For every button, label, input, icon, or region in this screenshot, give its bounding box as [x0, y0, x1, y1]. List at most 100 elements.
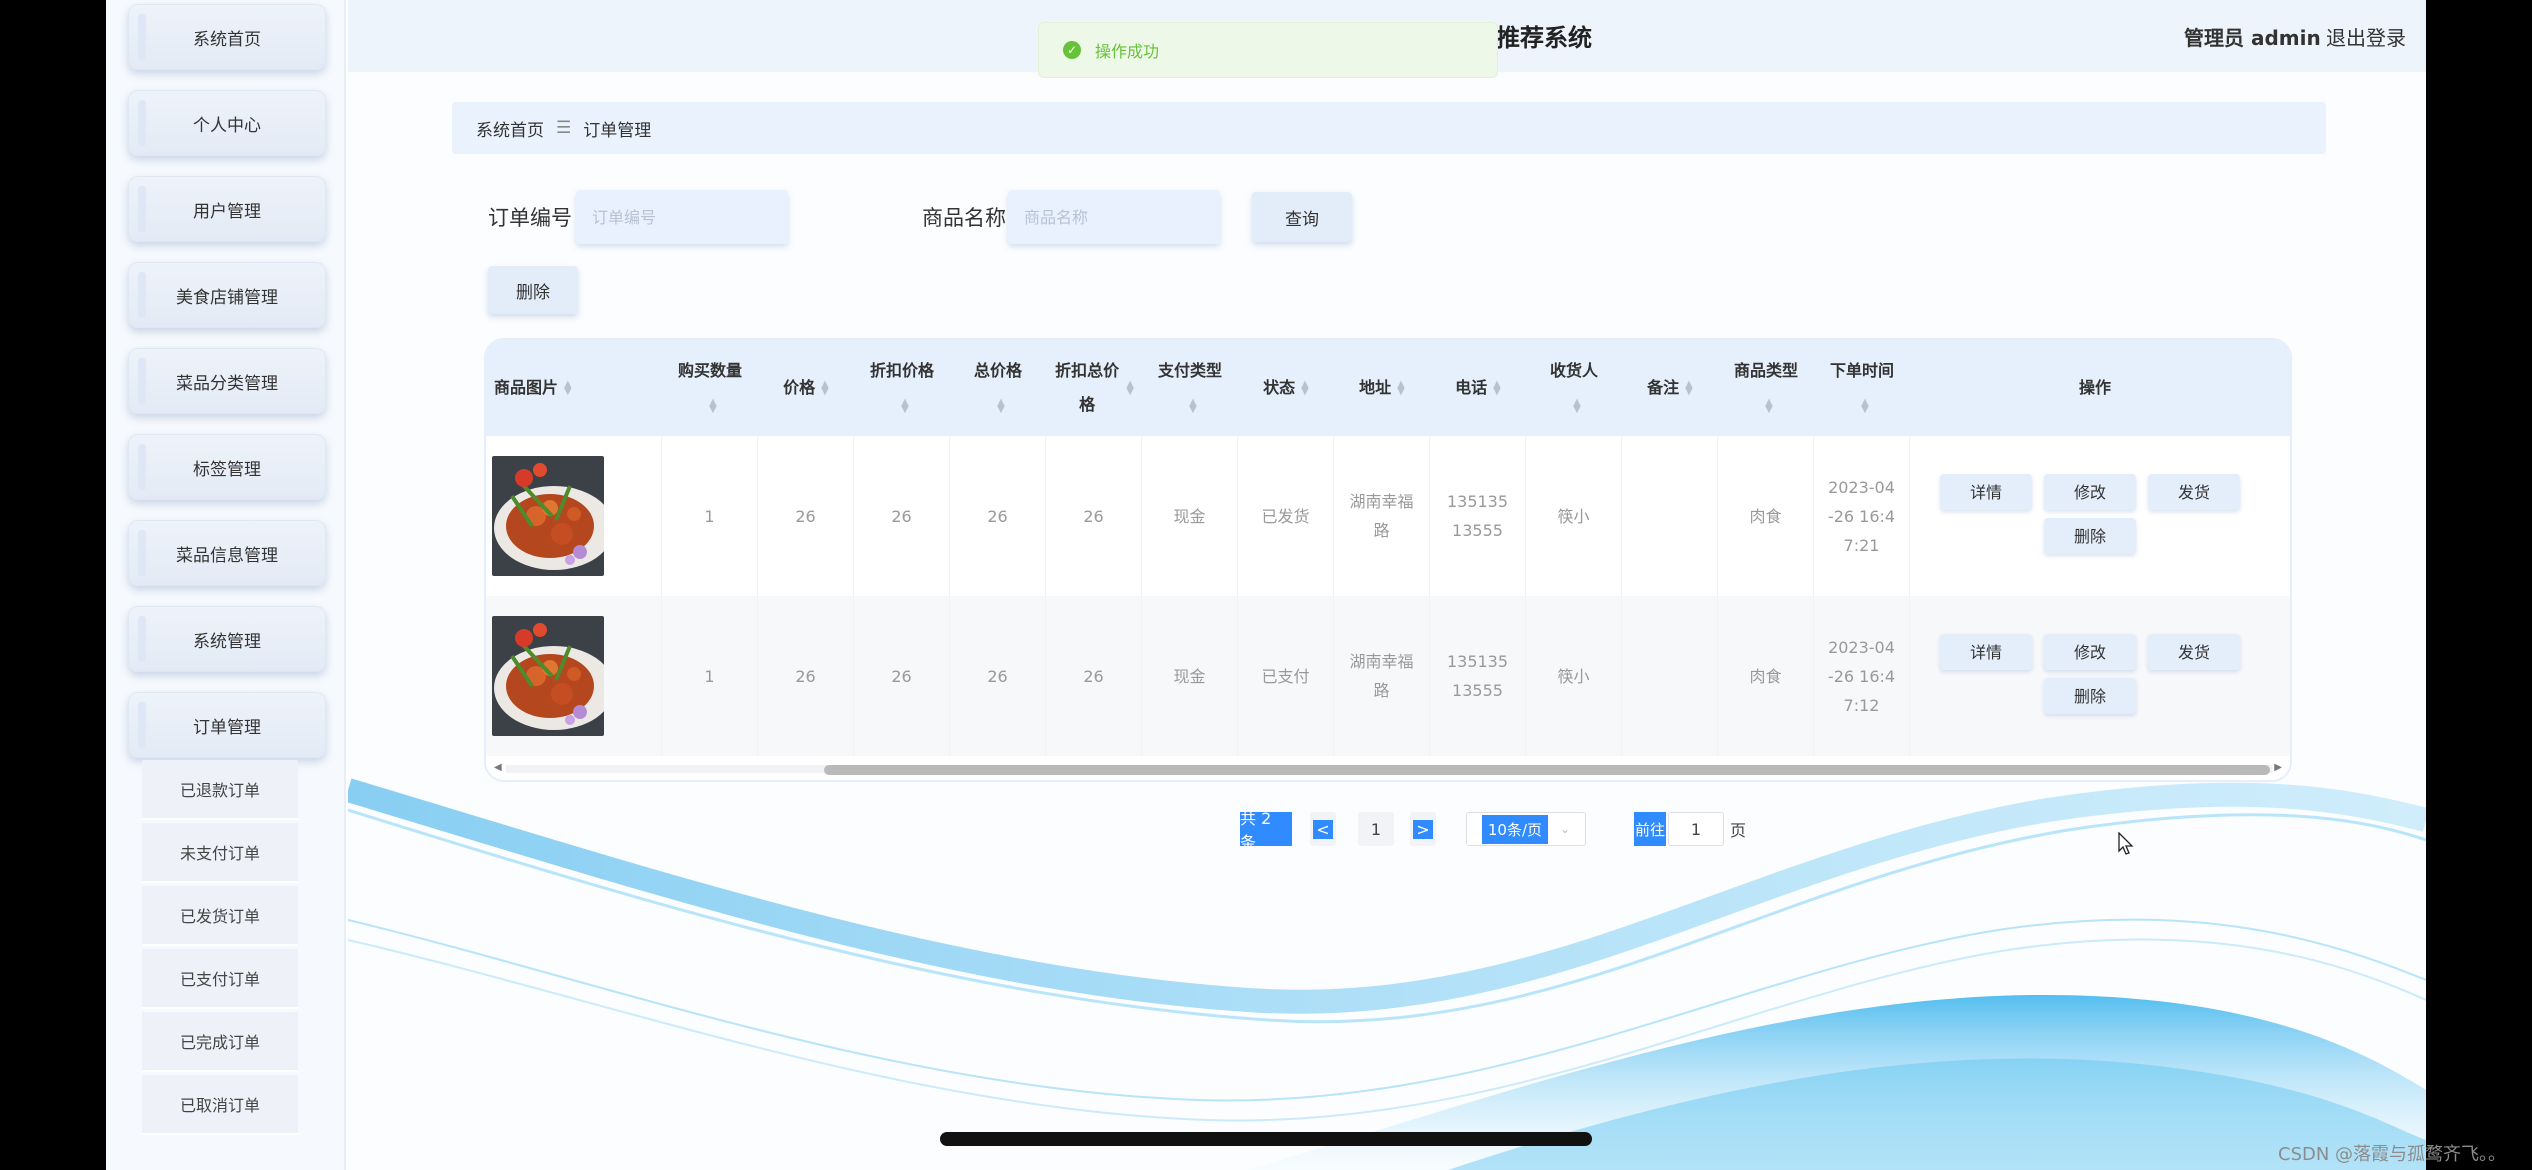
sort-icon: ▲ ▼ [997, 396, 1005, 415]
page-unit: 页 [1729, 821, 1746, 840]
th-disc-price[interactable]: 折扣价格 ▲ ▼ [854, 340, 950, 436]
sidebar-item-tags[interactable]: 标签管理 [128, 434, 326, 500]
sidebar-item-label: 系统管理 [193, 631, 261, 652]
th-label: 备注 [1647, 378, 1680, 397]
td-image [486, 596, 662, 756]
td-time: 2023-04-26 16:47:21 [1814, 436, 1910, 596]
delete-button[interactable]: 删除 [2044, 518, 2136, 554]
breadcrumb: 系统首页 ☰ 订单管理 [452, 102, 2326, 154]
sidebar-item-label: 个人中心 [193, 115, 261, 136]
sidebar-item-orders[interactable]: 订单管理 [128, 692, 326, 758]
sidebar-subitem-label: 已退款订单 [179, 781, 260, 800]
td-disc-total: 26 [1046, 596, 1142, 756]
sidebar-item-label: 订单管理 [193, 717, 261, 738]
sidebar-subitem-paid[interactable]: 已支付订单 [142, 949, 298, 1009]
td-phone: 13513513555 [1430, 596, 1526, 756]
sidebar-item-stores[interactable]: 美食店铺管理 [128, 262, 326, 328]
td-qty: 1 [662, 436, 758, 596]
scroll-left-icon[interactable]: ◀ [494, 762, 502, 773]
delete-button[interactable]: 删除 [2044, 678, 2136, 714]
chevron-left-icon: < [1313, 819, 1333, 839]
td-disc-price: 26 [854, 436, 950, 596]
ship-button[interactable]: 发货 [2148, 474, 2240, 510]
page-size-value: 10条/页 [1481, 814, 1549, 844]
product-name-label: 商品名称 [922, 206, 1006, 230]
product-name-input[interactable] [1008, 190, 1220, 244]
sort-icon: ▲ ▼ [901, 396, 909, 415]
sidebar-item-label: 菜品分类管理 [176, 373, 278, 394]
th-image[interactable]: 商品图片 ▲ ▼ [486, 340, 662, 436]
admin-label: 管理员 admin [2184, 26, 2321, 50]
detail-button[interactable]: 详情 [1940, 474, 2032, 510]
td-disc-price: 26 [854, 596, 950, 756]
td-address: 湖南幸福路 [1334, 596, 1430, 756]
edit-button[interactable]: 修改 [2044, 474, 2136, 510]
sidebar-subitem-unpaid[interactable]: 未支付订单 [142, 823, 298, 883]
detail-button[interactable]: 详情 [1940, 634, 2032, 670]
sidebar-subitem-refunded[interactable]: 已退款订单 [142, 760, 298, 820]
sidebar-item-categories[interactable]: 菜品分类管理 [128, 348, 326, 414]
prev-page-button[interactable]: < [1310, 812, 1336, 846]
th-ops: 操作 [2078, 378, 2111, 397]
sidebar-subitem-cancelled[interactable]: 已取消订单 [142, 1075, 298, 1135]
th-address[interactable]: 地址 ▲ ▼ [1334, 340, 1430, 436]
goto-label: 前往 [1634, 812, 1666, 846]
breadcrumb-home[interactable]: 系统首页 [476, 116, 544, 141]
sidebar-item-label: 菜品信息管理 [176, 545, 278, 566]
sidebar-item-system[interactable]: 系统管理 [128, 606, 326, 672]
th-remark[interactable]: 备注 ▲ ▼ [1622, 340, 1718, 436]
th-pay-type[interactable]: 支付类型 ▲ ▼ [1142, 340, 1238, 436]
td-time: 2023-04-26 16:47:12 [1814, 596, 1910, 756]
next-page-button[interactable]: > [1410, 812, 1436, 846]
edit-button[interactable]: 修改 [2044, 634, 2136, 670]
batch-delete-button[interactable]: 删除 [488, 266, 578, 314]
horizontal-scrollbar[interactable]: ◀ ▶ [486, 758, 2290, 780]
sidebar-subitem-shipped[interactable]: 已发货订单 [142, 886, 298, 946]
th-label: 下单时间 [1829, 361, 1894, 380]
home-indicator [940, 1132, 1592, 1146]
th-receiver[interactable]: 收货人 ▲ ▼ [1526, 340, 1622, 436]
th-qty[interactable]: 购买数量 ▲ ▼ [662, 340, 758, 436]
food-image[interactable] [492, 456, 604, 576]
sort-icon: ▲ ▼ [1397, 379, 1405, 397]
sidebar-subitem-label: 未支付订单 [179, 844, 260, 863]
sidebar-item-profile[interactable]: 个人中心 [128, 90, 326, 156]
page-number-button[interactable]: 1 [1358, 812, 1394, 846]
td-disc-total: 26 [1046, 436, 1142, 596]
sidebar-subitem-label: 已完成订单 [179, 1033, 260, 1052]
td-status: 已支付 [1238, 596, 1334, 756]
sidebar-item-label: 美食店铺管理 [176, 287, 278, 308]
query-button[interactable]: 查询 [1252, 192, 1352, 242]
td-status: 已发货 [1238, 436, 1334, 596]
page-size-select[interactable]: 10条/页 ⌄ [1466, 812, 1586, 846]
scroll-right-icon[interactable]: ▶ [2274, 762, 2282, 773]
screen: 系统首页 个人中心 用户管理 美食店铺管理 菜品分类管理 标签管理 菜品信息管理… [0, 0, 2532, 1170]
sort-icon: ▲ ▼ [1685, 379, 1693, 397]
sidebar-item-home[interactable]: 系统首页 [128, 4, 326, 70]
order-no-input[interactable] [576, 190, 788, 244]
th-time[interactable]: 下单时间 ▲ ▼ [1814, 340, 1910, 436]
sidebar-item-label: 用户管理 [193, 201, 261, 222]
success-toast: ✓ 操作成功 [1038, 22, 1498, 78]
td-total: 26 [950, 596, 1046, 756]
th-status[interactable]: 状态 ▲ ▼ [1238, 340, 1334, 436]
sidebar-subitem-completed[interactable]: 已完成订单 [142, 1012, 298, 1072]
scrollbar-thumb[interactable] [824, 765, 2270, 775]
sort-icon: ▲ ▼ [709, 396, 717, 415]
goto-page-input[interactable] [1668, 812, 1724, 846]
th-total[interactable]: 总价格 ▲ ▼ [950, 340, 1046, 436]
logout-link[interactable]: 退出登录 [2326, 22, 2406, 51]
sidebar-item-users[interactable]: 用户管理 [128, 176, 326, 242]
sort-icon: ▲ ▼ [1126, 379, 1134, 397]
th-phone[interactable]: 电话 ▲ ▼ [1430, 340, 1526, 436]
sidebar-item-dishes[interactable]: 菜品信息管理 [128, 520, 326, 586]
table-header: 商品图片 ▲ ▼ 购买数量 ▲ ▼ 价格 ▲ ▼ 折扣价格 ▲ ▼ 总价格 ▲ ▼ 折扣总价格 ▲ ▼ … [486, 340, 2290, 436]
th-price[interactable]: 价格 ▲ ▼ [758, 340, 854, 436]
breadcrumb-separator-icon: ☰ [556, 118, 572, 138]
ship-button[interactable]: 发货 [2148, 634, 2240, 670]
pagination-total: 共 2 条 [1240, 809, 1292, 852]
food-image[interactable] [492, 616, 604, 736]
th-category[interactable]: 商品类型 ▲ ▼ [1718, 340, 1814, 436]
th-disc-total[interactable]: 折扣总价格 ▲ ▼ [1046, 340, 1142, 436]
watermark: CSDN @落霞与孤鹜齐飞。。 [2278, 1144, 2507, 1165]
